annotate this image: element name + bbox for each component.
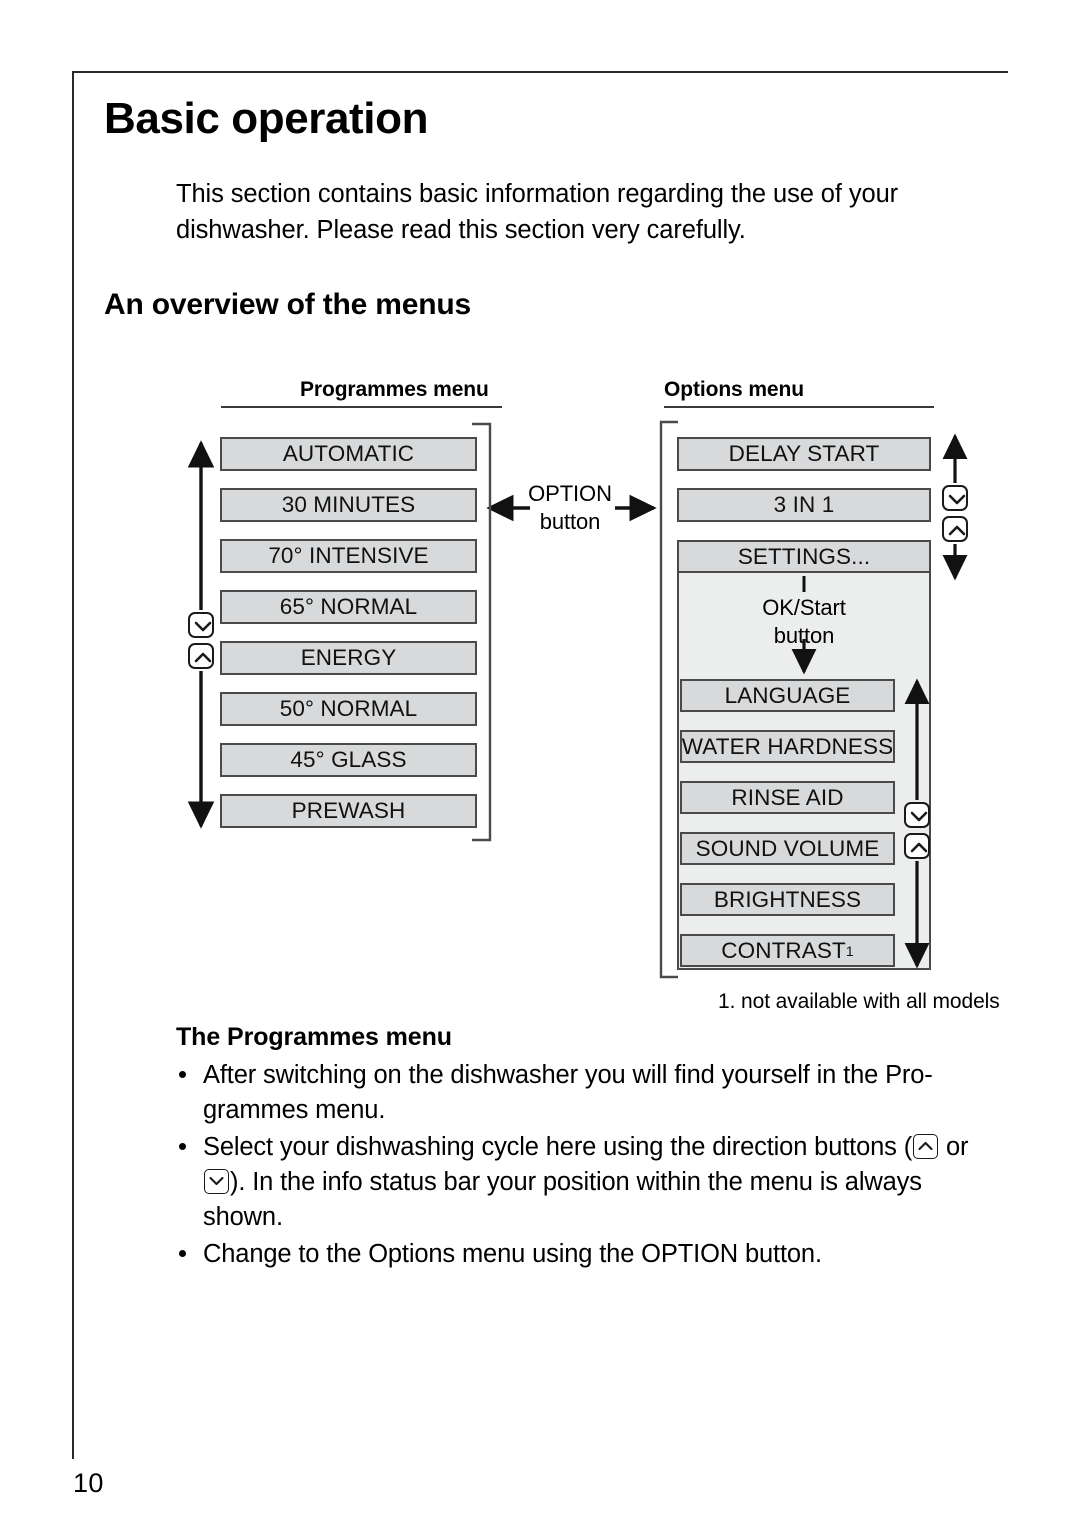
ok-start-label-line2: button xyxy=(773,623,835,648)
chapter-title: Basic operation xyxy=(104,94,429,143)
option-button-label-line2: button xyxy=(539,509,601,534)
chevron-down-icon xyxy=(948,494,966,505)
setting-item-contrast-label: CONTRAST xyxy=(721,937,846,963)
setting-item-language[interactable]: LANGUAGE xyxy=(680,679,895,712)
diagram-footnote: 1. not available with all models xyxy=(718,990,1000,1013)
programme-item-prewash[interactable]: PREWASH xyxy=(220,794,477,828)
bullet-item-2-text-part3: ). In the info status bar your position … xyxy=(203,1168,922,1231)
settings-scroll-down-button[interactable] xyxy=(904,802,930,828)
options-bracket xyxy=(659,420,678,979)
bullet-item-3-text: Change to the Options menu using the OPT… xyxy=(203,1240,822,1268)
bullet-item-3: Change to the Options menu using the OPT… xyxy=(176,1237,986,1272)
bullet-item-2: Select your dishwashing cycle here using… xyxy=(176,1130,986,1235)
chevron-up-icon xyxy=(194,652,212,663)
programme-item-energy[interactable]: ENERGY xyxy=(220,641,477,675)
programmes-bracket xyxy=(472,422,492,842)
bullet-dot-icon xyxy=(179,1143,186,1150)
setting-item-sound-volume[interactable]: SOUND VOLUME xyxy=(680,832,895,865)
programmes-menu-header: Programmes menu xyxy=(300,378,489,401)
settings-scroll-up-button[interactable] xyxy=(904,833,930,859)
programmes-scroll-up-button[interactable] xyxy=(188,643,214,669)
programme-item-70-intensive[interactable]: 70° INTENSIVE xyxy=(220,539,477,573)
programmes-menu-bullets: After switching on the dishwasher you wi… xyxy=(176,1058,986,1274)
intro-paragraph: This section contains basic information … xyxy=(176,180,899,244)
inline-up-key-icon[interactable] xyxy=(913,1134,939,1159)
programme-item-50-normal[interactable]: 50° NORMAL xyxy=(220,692,477,726)
bullet-item-1: After switching on the dishwasher you wi… xyxy=(176,1058,986,1128)
chevron-up-icon xyxy=(910,842,928,853)
page-number: 10 xyxy=(73,1468,104,1498)
programmes-scroll-down-button[interactable] xyxy=(188,612,214,638)
programme-item-automatic[interactable]: AUTOMATIC xyxy=(220,437,477,471)
ok-start-label-line1: OK/Start xyxy=(762,595,846,620)
page-frame-left-rule xyxy=(72,71,74,1459)
option-button-label: OPTION button xyxy=(495,480,645,536)
option-item-3-in-1[interactable]: 3 IN 1 xyxy=(677,488,931,522)
chevron-up-icon xyxy=(918,1141,933,1151)
chevron-up-icon xyxy=(948,525,966,536)
bullet-dot-icon xyxy=(179,1071,186,1078)
chevron-down-icon xyxy=(194,621,212,632)
option-button-label-line1: OPTION xyxy=(528,481,612,506)
setting-item-contrast[interactable]: CONTRAST 1 xyxy=(680,934,895,967)
options-scroll-up-button[interactable] xyxy=(942,516,968,542)
programmes-menu-subtitle: The Programmes menu xyxy=(176,1023,452,1051)
inline-down-key-icon[interactable] xyxy=(204,1169,229,1194)
programme-item-30-minutes[interactable]: 30 MINUTES xyxy=(220,488,477,522)
chevron-down-icon xyxy=(209,1176,224,1186)
settings-submenu-panel xyxy=(677,572,931,970)
bullet-item-2-text-part2: or xyxy=(939,1133,969,1161)
options-menu-header: Options menu xyxy=(664,378,804,401)
bullet-item-1-text: After switching on the dishwasher you wi… xyxy=(203,1061,933,1124)
programmes-header-rule xyxy=(221,406,502,408)
option-item-settings[interactable]: SETTINGS... xyxy=(677,540,931,573)
setting-item-rinse-aid[interactable]: RINSE AID xyxy=(680,781,895,814)
section-title: An overview of the menus xyxy=(104,288,471,321)
programme-item-45-glass[interactable]: 45° GLASS xyxy=(220,743,477,777)
options-header-rule xyxy=(664,406,934,408)
setting-item-brightness[interactable]: BRIGHTNESS xyxy=(680,883,895,916)
setting-item-water-hardness[interactable]: WATER HARDNESS xyxy=(680,730,895,763)
ok-start-button-label: OK/Start button xyxy=(727,594,881,650)
bullet-item-2-text-part1: Select your dishwashing cycle here using… xyxy=(203,1133,913,1161)
option-item-delay-start[interactable]: DELAY START xyxy=(677,437,931,471)
page-frame-top-rule xyxy=(73,71,1008,73)
options-scroll-down-button[interactable] xyxy=(942,485,968,511)
programme-item-65-normal[interactable]: 65° NORMAL xyxy=(220,590,477,624)
bullet-dot-icon xyxy=(179,1250,186,1257)
chevron-down-icon xyxy=(910,811,928,822)
